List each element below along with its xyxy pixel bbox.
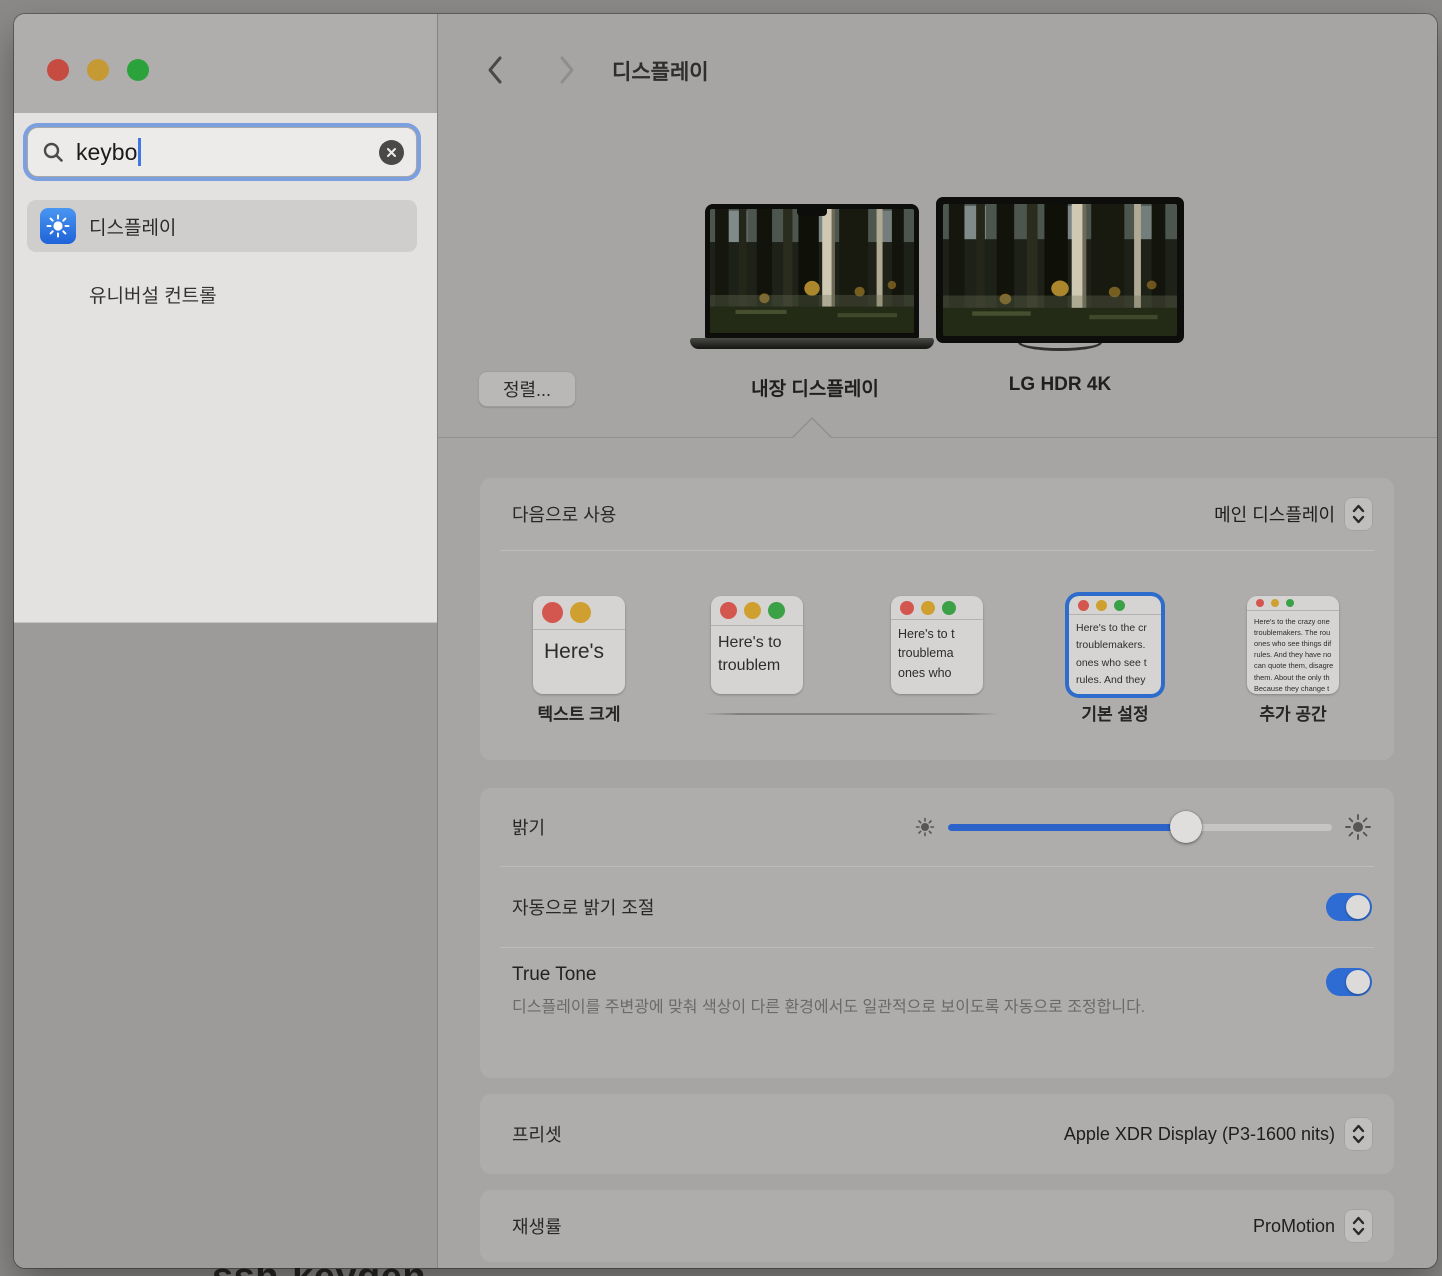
external-display-label: LG HDR 4K [935, 374, 1185, 396]
refresh-rate-value: ProMotion [1253, 1216, 1335, 1237]
scaling-label-larger-text: 텍스트 크게 [499, 700, 659, 725]
up-down-chevrons-icon [1352, 504, 1365, 524]
sidebar: keybo [14, 14, 438, 1268]
mini-window-chrome [711, 596, 803, 626]
mini-window-chrome [533, 596, 625, 630]
true-tone-label: True Tone [512, 964, 1372, 986]
brightness-low-icon [914, 816, 936, 838]
display-brightness-icon [40, 208, 76, 244]
search-result-displays[interactable]: 디스플레이 [27, 200, 417, 252]
brightness-high-icon [1344, 813, 1372, 841]
row-divider [500, 550, 1374, 551]
search-query-text: keybo [76, 139, 137, 166]
search-icon [42, 141, 64, 163]
brightness-card: 밝기 [480, 788, 1394, 1078]
auto-brightness-label: 자동으로 밝기 조절 [512, 894, 654, 920]
builtin-display-label: 내장 디스플레이 [690, 374, 940, 401]
use-as-popup-button[interactable] [1345, 498, 1372, 530]
mini-window-chrome [1069, 596, 1161, 615]
scaling-option-larger-text[interactable]: Here's [533, 596, 625, 694]
refresh-rate-card: 재생률 ProMotion [480, 1190, 1394, 1262]
toggle-knob [1346, 895, 1370, 919]
refresh-rate-label: 재생률 [512, 1213, 562, 1239]
auto-brightness-toggle[interactable] [1326, 893, 1372, 921]
true-tone-description: 디스플레이를 주변광에 맞춰 색상이 다른 환경에서도 일관적으로 보이도록 자… [512, 996, 1257, 1021]
preset-card: 프리셋 Apple XDR Display (P3-1600 nits) [480, 1094, 1394, 1174]
refresh-rate-popup-button[interactable] [1345, 1210, 1372, 1242]
arrange-button[interactable]: 정렬... [478, 371, 576, 407]
scaling-option-3[interactable]: Here's to t troublema ones who [891, 596, 983, 694]
preset-value: Apple XDR Display (P3-1600 nits) [1064, 1124, 1335, 1145]
forest-wallpaper [710, 209, 914, 333]
preset-label: 프리셋 [512, 1121, 562, 1147]
minimize-button[interactable] [87, 59, 109, 81]
scaling-label-more-space: 추가 공간 [1213, 700, 1373, 725]
mini-window-chrome [891, 596, 983, 620]
laptop-notch [797, 209, 827, 216]
system-settings-window: keybo [14, 14, 1437, 1268]
zoom-button[interactable] [127, 59, 149, 81]
chevron-right-icon [558, 55, 576, 85]
section-divider [438, 437, 1437, 438]
scaling-option-2[interactable]: Here's to troublem [711, 596, 803, 694]
chevron-left-icon [486, 55, 504, 85]
scaling-label-default: 기본 설정 [1035, 700, 1195, 725]
search-result-universal-control[interactable]: 유니버설 컨트롤 [89, 281, 217, 308]
use-as-label: 다음으로 사용 [512, 501, 616, 527]
up-down-chevrons-icon [1352, 1216, 1365, 1236]
forward-button[interactable] [554, 54, 580, 86]
scaling-option-default[interactable]: Here's to the cr troublemakers. ones who… [1069, 596, 1161, 694]
brightness-slider-fill [948, 824, 1186, 831]
main-panel: 디스플레이 내장 디스플레이 LG HDR 4K 정렬... 다음으로 사용 메… [438, 14, 1437, 1268]
mini-window-text: Here's to the cr troublemakers. ones who… [1069, 615, 1161, 689]
up-down-chevrons-icon [1352, 1124, 1365, 1144]
mini-window-text: Here's to t troublema ones who [891, 620, 983, 683]
mini-window-chrome [1247, 596, 1339, 611]
toggle-knob [1346, 970, 1370, 994]
mini-window-text: Here's [533, 630, 625, 669]
preset-popup-button[interactable] [1345, 1118, 1372, 1150]
search-input[interactable]: keybo [27, 127, 417, 177]
sidebar-titlebar [14, 14, 437, 113]
brightness-label: 밝기 [512, 814, 545, 840]
scaling-scale-line [704, 713, 999, 715]
use-as-value: 메인 디스플레이 [1214, 501, 1335, 527]
mini-window-text: Here's to the crazy one troublemakers. T… [1247, 611, 1339, 694]
search-results-panel: keybo [14, 113, 437, 623]
clear-search-icon[interactable] [379, 140, 404, 165]
forest-wallpaper [943, 204, 1177, 336]
display-mode-card: 다음으로 사용 메인 디스플레이 Here's [480, 478, 1394, 760]
back-button[interactable] [482, 54, 508, 86]
external-display-thumbnail[interactable] [936, 197, 1184, 343]
close-button[interactable] [47, 59, 69, 81]
selected-display-callout-arrow [792, 417, 832, 438]
laptop-base [690, 338, 934, 349]
builtin-display-thumbnail[interactable] [705, 204, 919, 338]
mini-window-text: Here's to troublem [711, 626, 803, 677]
page-title: 디스플레이 [612, 56, 709, 86]
true-tone-toggle[interactable] [1326, 968, 1372, 996]
text-caret [138, 138, 141, 166]
brightness-slider[interactable] [948, 824, 1332, 831]
brightness-slider-knob[interactable] [1170, 811, 1202, 843]
scaling-option-more-space[interactable]: Here's to the crazy one troublemakers. T… [1247, 596, 1339, 694]
search-result-label: 디스플레이 [89, 213, 176, 240]
